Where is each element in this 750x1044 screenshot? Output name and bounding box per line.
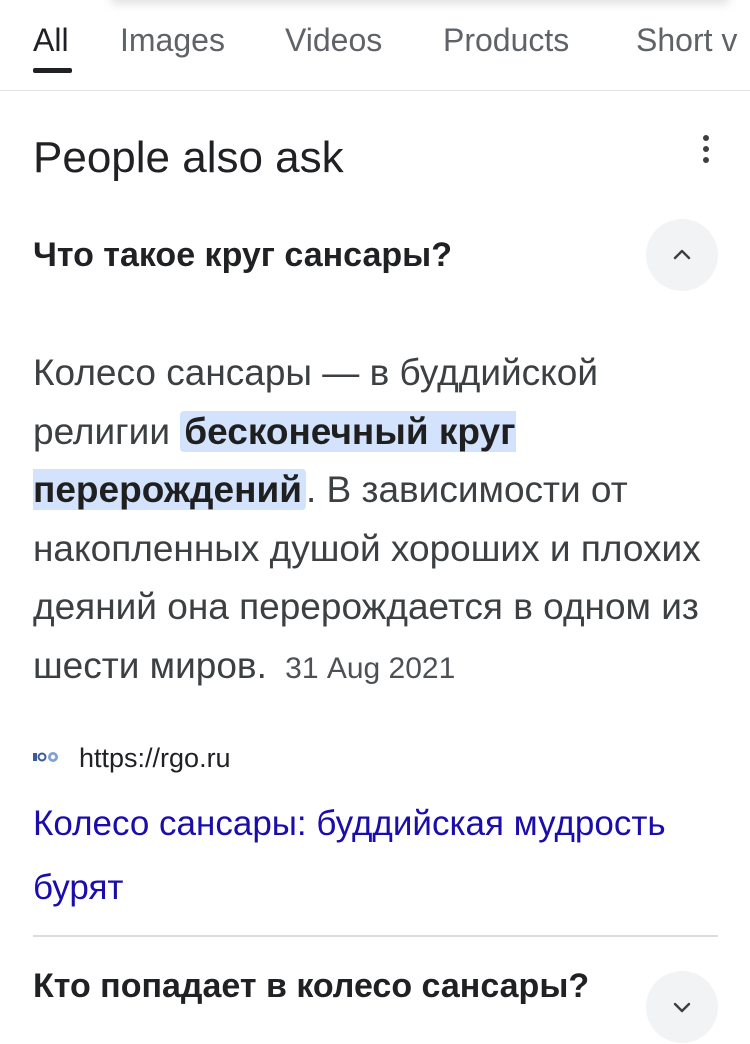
more-vert-icon[interactable] xyxy=(690,130,722,170)
question-divider xyxy=(33,935,718,937)
tab-short-videos[interactable]: Short v xyxy=(636,20,737,60)
question-1[interactable]: Что такое круг сансары? xyxy=(33,232,452,278)
active-tab-indicator xyxy=(33,68,72,73)
people-also-ask-title: People also ask xyxy=(33,133,344,182)
source-row[interactable]: https://rgo.ru xyxy=(33,740,231,776)
expand-question-button[interactable] xyxy=(646,971,718,1043)
chevron-up-icon xyxy=(673,249,691,260)
tab-images[interactable]: Images xyxy=(120,20,225,60)
collapse-question-button[interactable] xyxy=(646,219,718,291)
search-tabs: All Images Videos Products Short v xyxy=(0,0,750,91)
chevron-down-icon xyxy=(673,1002,691,1013)
tab-products[interactable]: Products xyxy=(443,20,569,60)
tab-videos[interactable]: Videos xyxy=(285,20,382,60)
answer-date: 31 Aug 2021 xyxy=(285,651,456,685)
result-link[interactable]: Колесо сансары: буддийская мудрость буря… xyxy=(33,792,673,920)
answer-snippet: Колесо сансары — в буддийской религии бе… xyxy=(33,344,723,698)
site-favicon-icon xyxy=(33,751,58,762)
source-url: https://rgo.ru xyxy=(79,743,231,773)
tab-all[interactable]: All xyxy=(33,20,69,60)
question-2[interactable]: Кто попадает в колесо сансары? xyxy=(33,962,593,1010)
